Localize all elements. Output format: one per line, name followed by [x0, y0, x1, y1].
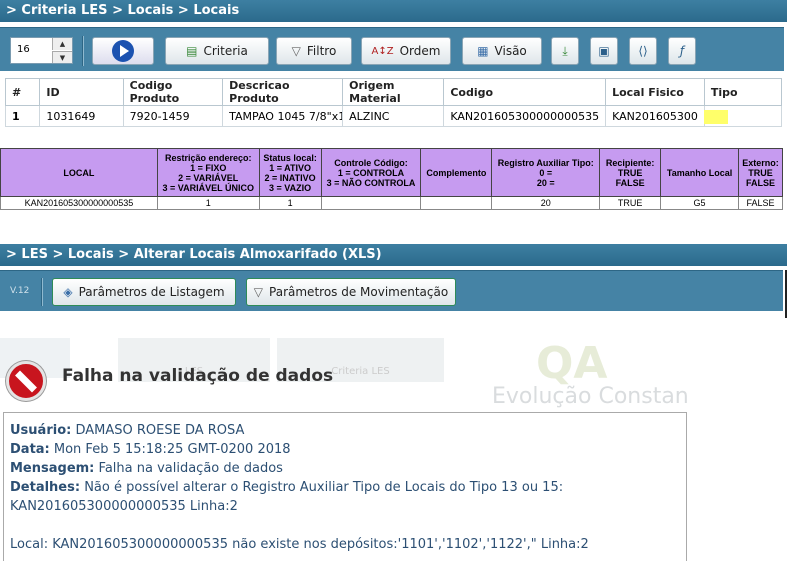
- xls-col-header: Externo: TRUE FALSE: [737, 148, 784, 197]
- error-details: Usuário: DAMASO ROESE DA ROSA Data: Mon …: [3, 412, 687, 561]
- error-icon: [6, 361, 46, 401]
- local-line: Local: KAN201605300000000535 não existe …: [10, 537, 589, 552]
- grid-view-icon: ▦: [477, 44, 489, 58]
- table-cell: 1: [4, 105, 41, 127]
- table-row[interactable]: 1 1031649 7920-1459 TAMPAO 1045 7/8"x1 A…: [4, 105, 783, 127]
- xls-toolbar: ◈ Parâmetros de Listagem ▽ Parâmetros de…: [0, 270, 783, 311]
- xls-cell: G5: [660, 196, 739, 210]
- code-icon: ⟨⟩: [638, 44, 648, 58]
- highlight-mark: [704, 110, 728, 124]
- table-header-row: # ID Codigo Produto Descricao Produto Or…: [4, 78, 783, 106]
- xls-cell: 20: [491, 196, 601, 210]
- watermark-text: Evolução Constan: [492, 384, 689, 409]
- data-line: Data: Mon Feb 5 15:18:25 GMT-0200 2018: [10, 442, 291, 457]
- export-button[interactable]: ⤓: [551, 37, 579, 65]
- run-button[interactable]: [92, 37, 154, 65]
- xls-row: KAN201605300000000535 1 1 20 TRUE G5 FAL…: [0, 196, 784, 210]
- locais-table: # ID Codigo Produto Descricao Produto Or…: [4, 78, 783, 127]
- visao-button[interactable]: ▦ Visão: [462, 37, 542, 65]
- save-button[interactable]: ▣: [590, 37, 618, 65]
- usuario-line: Usuário: DAMASO ROESE DA ROSA: [10, 423, 245, 438]
- xls-col-header: Complemento: [420, 148, 493, 197]
- col-header[interactable]: Tipo: [703, 78, 783, 106]
- funnel-icon: ▽: [291, 44, 301, 58]
- spinner-down-icon[interactable]: ▼: [52, 51, 72, 63]
- table-cell: ALZINC: [342, 105, 445, 127]
- criteria-icon: ▤: [186, 44, 198, 58]
- xls-table: LOCAL Restrição endereço: 1 = FIXO 2 = V…: [0, 148, 784, 210]
- table-cell: 1031649: [39, 105, 124, 127]
- spinner-up-icon[interactable]: ▲: [52, 38, 72, 50]
- toolbar-separator: [82, 36, 84, 66]
- xls-cell: [320, 196, 422, 210]
- page-breadcrumb: > LES > Locais > Alterar Locais Almoxari…: [0, 244, 787, 266]
- ordem-button[interactable]: A↕Z Ordem: [361, 37, 451, 65]
- xls-col-header: Status local: 1 = ATIVO 2 = INATIVO 3 = …: [258, 148, 322, 197]
- xls-cell: KAN201605300000000535: [0, 196, 158, 210]
- criteria-label: Criteria: [203, 44, 248, 58]
- xls-col-header: Controle Código: 1 = CONTROLA 3 = NÃO CO…: [320, 148, 422, 197]
- filtro-label: Filtro: [306, 44, 337, 58]
- save-icon: ▣: [598, 44, 610, 58]
- xls-col-header: Tamanho Local: [660, 148, 739, 197]
- function-icon: ƒ: [679, 44, 685, 58]
- listagem-params-button[interactable]: ◈ Parâmetros de Listagem: [52, 278, 236, 306]
- criteria-button[interactable]: ▤ Criteria: [165, 37, 269, 65]
- main-toolbar: 16 ▲ ▼ ▤ Criteria ▽ Filtro A↕Z Ordem ▦ V…: [0, 27, 784, 71]
- page-size-spinner[interactable]: 16 ▲ ▼: [10, 37, 73, 64]
- qa-logo: QA: [536, 338, 608, 389]
- col-header[interactable]: Codigo Produto: [122, 78, 224, 106]
- tag-icon: ◈: [63, 285, 73, 299]
- version-label: V.12: [10, 286, 30, 296]
- sort-az-icon: A↕Z: [371, 45, 394, 57]
- xls-cell: FALSE: [737, 196, 784, 210]
- movimentacao-params-button[interactable]: ▽ Parâmetros de Movimentação: [246, 278, 456, 306]
- page-breadcrumb: > Criteria LES > Locais > Locais: [0, 0, 787, 22]
- xls-col-header: Recipiente: TRUE FALSE: [599, 148, 662, 197]
- filtro-button[interactable]: ▽ Filtro: [276, 37, 352, 65]
- listagem-label: Parâmetros de Listagem: [78, 285, 225, 299]
- xls-cell: [420, 196, 493, 210]
- movimentacao-label: Parâmetros de Movimentação: [269, 285, 449, 299]
- xls-col-header: LOCAL: [0, 148, 158, 197]
- visao-label: Visão: [494, 44, 527, 58]
- table-cell: KAN201605300000000535: [443, 105, 607, 127]
- code-button[interactable]: ⟨⟩: [629, 37, 657, 65]
- col-header[interactable]: Descricao Produto: [222, 78, 344, 106]
- error-title: Falha na validação de dados: [62, 366, 334, 386]
- mensagem-line: Mensagem: Falha na validação de dados: [10, 461, 283, 476]
- export-icon: ⤓: [562, 43, 568, 58]
- xls-col-header: Registro Auxiliar Tipo: 0 = 20 =: [491, 148, 601, 197]
- col-header[interactable]: ID: [39, 78, 124, 106]
- table-cell: KAN201605300: [605, 105, 705, 127]
- xls-header-row: LOCAL Restrição endereço: 1 = FIXO 2 = V…: [0, 148, 784, 197]
- col-header[interactable]: Codigo: [443, 78, 607, 106]
- table-cell: 7920-1459: [122, 105, 224, 127]
- ordem-label: Ordem: [399, 44, 441, 58]
- xls-col-header: Restrição endereço: 1 = FIXO 2 = VARIÁVE…: [156, 148, 260, 197]
- xls-cell: 1: [258, 196, 322, 210]
- detalhes-line-2: KAN201605300000000535 Linha:2: [10, 499, 238, 514]
- detalhes-line: Detalhes: Não é possível alterar o Regis…: [10, 480, 564, 495]
- col-header[interactable]: #: [4, 78, 41, 106]
- table-cell: TAMPAO 1045 7/8"x1: [222, 105, 344, 127]
- funnel-icon: ▽: [253, 285, 264, 299]
- xls-cell: TRUE: [599, 196, 662, 210]
- function-button[interactable]: ƒ: [668, 37, 696, 65]
- page-size-value: 16: [17, 44, 30, 55]
- toolbar-separator: [41, 278, 43, 306]
- col-header[interactable]: Origem Material: [342, 78, 445, 106]
- xls-cell: 1: [156, 196, 260, 210]
- col-header[interactable]: Local Fisico: [605, 78, 705, 106]
